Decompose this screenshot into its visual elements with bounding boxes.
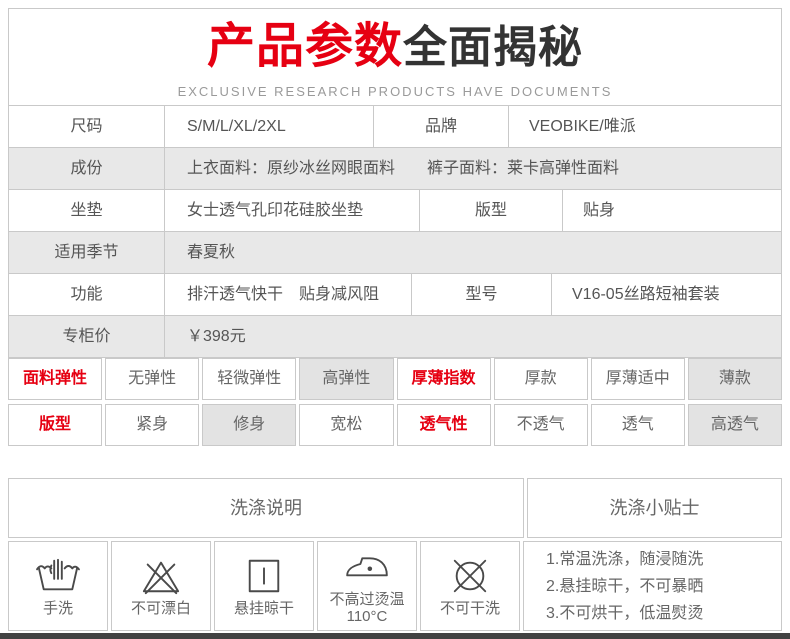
- spec-value: 女士透气孔印花硅胶坐垫: [164, 190, 419, 231]
- washing-tip: 1.常温洗涤，随浸随洗: [546, 550, 704, 568]
- spec-label: 功能: [70, 286, 103, 303]
- care-item-label-line2: 110°C: [346, 608, 388, 625]
- spec-value: S/M/L/XL/2XL: [164, 106, 373, 147]
- spec-value: ￥398元: [164, 316, 781, 357]
- care-item-label: 不可漂白: [130, 599, 191, 617]
- page-title: 产品参数全面揭秘: [9, 21, 781, 84]
- spec-row-composition: 成份 上衣面料：原纱冰丝网眼面料 裤子面料：莱卡高弹性面料: [9, 147, 781, 189]
- care-item-label: 手洗: [42, 599, 73, 617]
- no-bleach-icon: [138, 556, 184, 596]
- attr-option-cell: 宽松: [299, 404, 394, 446]
- hand-wash-icon: [35, 556, 81, 596]
- spec-row-cushion-fit: 坐垫 女士透气孔印花硅胶坐垫 版型 贴身: [9, 189, 781, 231]
- washing-icons-row: 手洗 不可漂白 悬挂晾干 不高过烫温 110°C 不可干洗 1.常温洗涤，随浸随…: [8, 541, 782, 631]
- care-item-label: 悬挂晾干: [233, 599, 294, 617]
- care-item-label-line1: 不高过烫温: [329, 591, 405, 608]
- washing-tip: 2.悬挂晾干，不可暴晒: [546, 577, 704, 595]
- spec-value: VEOBIKE/唯派: [508, 106, 781, 147]
- spec-label: 型号: [411, 274, 551, 315]
- spec-label: 专柜价: [62, 328, 111, 345]
- attr-header-cell: 版型: [8, 404, 103, 446]
- hang-dry-icon: [241, 556, 287, 596]
- bottom-dark-bar: [0, 633, 790, 639]
- attr-option-cell-selected: 高透气: [687, 404, 782, 446]
- iron-max-110-icon: [344, 547, 390, 587]
- care-item-label: 不可干洗: [439, 599, 500, 617]
- spec-label: 适用季节: [54, 244, 119, 261]
- care-item-label: 不高过烫温 110°C: [329, 591, 404, 625]
- page-title-accent: 产品参数: [206, 20, 403, 73]
- spec-value: V16-05丝路短袖套装: [551, 274, 781, 315]
- spec-label: 版型: [419, 190, 562, 231]
- attr-option-cell-selected: 修身: [202, 404, 297, 446]
- attr-option-cell-selected: 高弹性: [299, 358, 394, 400]
- attr-header-cell: 面料弹性: [8, 358, 103, 400]
- care-item-hand-wash: 手洗: [8, 541, 108, 631]
- attr-header-cell: 透气性: [396, 404, 491, 446]
- spec-label: 坐垫: [70, 202, 103, 219]
- spec-section: 产品参数全面揭秘 EXCLUSIVE RESEARCH PRODUCTS HAV…: [8, 8, 782, 358]
- spec-value: 上衣面料：原纱冰丝网眼面料 裤子面料：莱卡高弹性面料: [164, 148, 781, 189]
- attr-option-cell: 厚款: [493, 358, 588, 400]
- page-subtitle: EXCLUSIVE RESEARCH PRODUCTS HAVE DOCUMEN…: [177, 84, 613, 99]
- attr-option-cell-selected: 薄款: [687, 358, 782, 400]
- spec-value: 春夏秋: [164, 232, 781, 273]
- attribute-row-fit-breathability: 版型 紧身 修身 宽松 透气性 不透气 透气 高透气: [8, 404, 782, 446]
- attr-option-cell: 紧身: [105, 404, 200, 446]
- washing-tips-list: 1.常温洗涤，随浸随洗 2.悬挂晾干，不可暴晒 3.不可烘干，低温熨烫: [523, 541, 782, 631]
- attribute-row-elasticity-thickness: 面料弹性 无弹性 轻微弹性 高弹性 厚薄指数 厚款 厚薄适中 薄款: [8, 358, 782, 400]
- spec-row-price: 专柜价 ￥398元: [9, 315, 781, 357]
- spec-label: 尺码: [70, 118, 103, 135]
- washing-tip: 3.不可烘干，低温熨烫: [546, 604, 704, 622]
- care-item-hang-dry: 悬挂晾干: [214, 541, 314, 631]
- spec-label: 成份: [70, 160, 103, 177]
- spec-row-season: 适用季节 春夏秋: [9, 231, 781, 273]
- washing-instructions-title: 洗涤说明: [8, 478, 524, 538]
- spec-label: 品牌: [373, 106, 508, 147]
- attr-option-cell: 轻微弹性: [202, 358, 297, 400]
- spec-value: 贴身: [562, 190, 781, 231]
- page-header: 产品参数全面揭秘 EXCLUSIVE RESEARCH PRODUCTS HAV…: [9, 21, 781, 105]
- no-dry-clean-icon: [447, 556, 493, 596]
- product-parameters-sheet: 产品参数全面揭秘 EXCLUSIVE RESEARCH PRODUCTS HAV…: [0, 0, 790, 639]
- attr-header-cell: 厚薄指数: [396, 358, 491, 400]
- care-item-iron-low: 不高过烫温 110°C: [317, 541, 417, 631]
- care-item-no-dry-clean: 不可干洗: [420, 541, 520, 631]
- attr-option-cell: 无弹性: [105, 358, 200, 400]
- spec-row-function-model: 功能 排汗透气快干 贴身减风阻 型号 V16-05丝路短袖套装: [9, 273, 781, 315]
- washing-tips-title: 洗涤小贴士: [527, 478, 782, 538]
- spec-value: 排汗透气快干 贴身减风阻: [164, 274, 411, 315]
- spec-row-size-brand: 尺码 S/M/L/XL/2XL 品牌 VEOBIKE/唯派: [9, 105, 781, 147]
- page-title-rest: 全面揭秘: [403, 23, 583, 72]
- attr-option-cell: 透气: [590, 404, 685, 446]
- care-item-no-bleach: 不可漂白: [111, 541, 211, 631]
- attr-option-cell: 厚薄适中: [590, 358, 685, 400]
- attr-option-cell: 不透气: [493, 404, 588, 446]
